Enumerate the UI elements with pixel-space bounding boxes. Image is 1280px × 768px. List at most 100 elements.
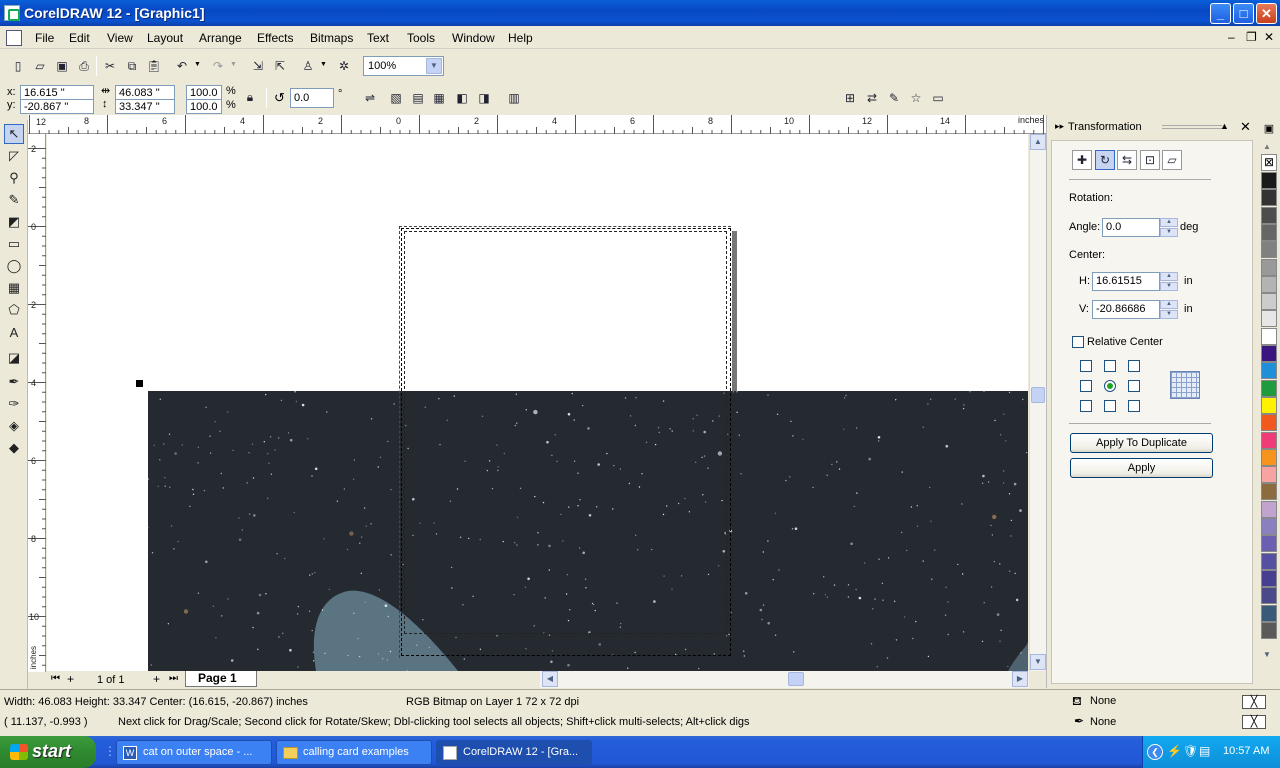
page-tab[interactable]: Page 1 xyxy=(185,671,257,687)
zoom-level-select[interactable]: 100% ▼ xyxy=(363,56,444,76)
color-swatch[interactable] xyxy=(1261,448,1277,466)
coreldraw-app-icon[interactable] xyxy=(4,5,20,21)
node-edit-icon[interactable]: ✎ xyxy=(884,88,904,108)
anchor-top-left[interactable] xyxy=(1080,360,1092,372)
wrap-text-icon[interactable]: ▦ xyxy=(429,88,449,108)
scale-y-field[interactable]: 100.0 xyxy=(186,99,222,114)
color-swatch[interactable] xyxy=(1261,310,1277,328)
fill-none-swatch[interactable]: ╳ xyxy=(1242,695,1266,709)
no-fill-swatch[interactable]: ⊠ xyxy=(1261,154,1277,171)
tray-security-icon[interactable]: 🛡︎ xyxy=(1183,744,1198,758)
rotate-icon[interactable]: ⇄ xyxy=(862,88,882,108)
doc-close-button[interactable]: ✕ xyxy=(1264,30,1274,44)
scroll-down-icon[interactable]: ▼ xyxy=(1030,654,1046,670)
skew-mode-icon[interactable]: ▱ xyxy=(1162,150,1182,170)
anchor-bottom-left[interactable] xyxy=(1080,400,1092,412)
menu-file[interactable]: File xyxy=(35,31,54,45)
menu-text[interactable]: Text xyxy=(367,31,389,45)
document-icon[interactable] xyxy=(6,30,22,46)
menu-edit[interactable]: Edit xyxy=(69,31,90,45)
taskbar-item-folder[interactable]: calling card examples xyxy=(276,740,432,765)
docker-collapse-icon[interactable]: ▸▸ xyxy=(1055,121,1064,132)
add-page-before-icon[interactable]: + xyxy=(67,672,74,686)
open-file-icon[interactable]: ▱ xyxy=(30,56,50,76)
zoom-tool-icon[interactable]: ⚲ xyxy=(4,168,24,188)
horizontal-ruler[interactable]: 12 8 6 4 2 0 2 4 6 8 10 12 14 inches xyxy=(28,115,1046,134)
spin-up-icon[interactable]: ▲ xyxy=(1160,272,1178,281)
palette-scroll-up-icon[interactable]: ▲ xyxy=(1263,142,1271,151)
color-swatch[interactable] xyxy=(1261,293,1277,311)
print-icon[interactable]: ⎙ xyxy=(74,56,94,76)
menu-window[interactable]: Window xyxy=(452,31,495,45)
close-button[interactable]: ✕ xyxy=(1256,3,1277,24)
launcher-dropdown-icon[interactable]: ▼ xyxy=(320,61,327,68)
undo-dropdown-icon[interactable]: ▼ xyxy=(194,61,201,68)
color-swatch[interactable] xyxy=(1261,362,1277,380)
anchor-top-center[interactable] xyxy=(1104,360,1116,372)
color-swatch[interactable] xyxy=(1261,500,1277,518)
color-swatch[interactable] xyxy=(1261,535,1277,553)
first-page-icon[interactable]: ⏮ xyxy=(51,673,60,684)
mirror-icon[interactable]: ⇌ xyxy=(360,88,380,108)
last-page-icon[interactable]: ⏭ xyxy=(169,673,178,684)
doc-minimize-button[interactable]: – xyxy=(1228,30,1235,44)
menu-effects[interactable]: Effects xyxy=(257,31,293,45)
application-launcher-icon[interactable]: ♙ xyxy=(298,56,318,76)
graph-paper-tool-icon[interactable]: ▦ xyxy=(4,278,24,298)
group-icon[interactable]: ▧ xyxy=(386,88,406,108)
basic-shapes-tool-icon[interactable]: ⬠ xyxy=(4,300,24,320)
minimize-button[interactable]: _ xyxy=(1210,3,1231,24)
spin-up-icon[interactable]: ▲ xyxy=(1160,218,1178,227)
horizontal-scrollbar[interactable]: ◀ ▶ xyxy=(540,671,1029,688)
color-swatch[interactable] xyxy=(1261,552,1277,570)
shape-tool-icon[interactable]: ◸ xyxy=(4,146,24,166)
add-page-after-icon[interactable]: + xyxy=(153,672,160,686)
rotation-angle-field[interactable]: 0.0 xyxy=(290,88,334,108)
center-h-input[interactable]: 16.61515 xyxy=(1092,272,1160,291)
y-position-field[interactable]: -20.867 " xyxy=(20,99,94,114)
to-front-icon[interactable]: ◧ xyxy=(452,88,472,108)
tray-network-icon[interactable]: ⚡ xyxy=(1167,744,1182,758)
fill-tool-icon[interactable]: ◈ xyxy=(4,416,24,436)
color-swatch[interactable] xyxy=(1261,189,1277,207)
anchor-bottom-center[interactable] xyxy=(1104,400,1116,412)
lock-ratio-icon[interactable]: 🔒︎ xyxy=(240,87,260,107)
menu-arrange[interactable]: Arrange xyxy=(199,31,242,45)
x-position-field[interactable]: 16.615 " xyxy=(20,85,94,100)
smart-fill-tool-icon[interactable]: ◩ xyxy=(4,212,24,232)
docker-close-icon[interactable]: ✕ xyxy=(1240,119,1251,135)
color-swatch[interactable] xyxy=(1261,466,1277,484)
rotate-mode-icon[interactable]: ↻ xyxy=(1095,150,1115,170)
color-swatch[interactable] xyxy=(1261,241,1277,259)
color-swatch[interactable] xyxy=(1261,327,1277,345)
interactive-fill-tool-icon[interactable]: ◆ xyxy=(4,438,24,458)
spin-down-icon[interactable]: ▼ xyxy=(1160,310,1178,319)
palette-menu-icon[interactable]: ▣ xyxy=(1261,122,1277,138)
anchor-center-radio[interactable] xyxy=(1104,380,1116,392)
drawing-canvas[interactable] xyxy=(47,134,1028,671)
position-mode-icon[interactable]: ✚ xyxy=(1072,150,1092,170)
docker-menu-icon[interactable]: ▲ xyxy=(1220,121,1229,131)
scale-mode-icon[interactable]: ⇆ xyxy=(1117,150,1137,170)
outline-tool-icon[interactable]: ✑ xyxy=(4,394,24,414)
maximize-button[interactable]: □ xyxy=(1233,3,1254,24)
color-swatch[interactable] xyxy=(1261,172,1277,189)
to-back-icon[interactable]: ◨ xyxy=(474,88,494,108)
import-icon[interactable]: ⇲ xyxy=(248,56,268,76)
size-mode-icon[interactable]: ⊡ xyxy=(1140,150,1160,170)
scroll-left-icon[interactable]: ◀ xyxy=(542,671,558,687)
menu-bitmaps[interactable]: Bitmaps xyxy=(310,31,353,45)
color-swatch[interactable] xyxy=(1261,223,1277,241)
scroll-right-icon[interactable]: ▶ xyxy=(1012,671,1028,687)
text-tool-icon[interactable]: A xyxy=(4,322,24,342)
color-swatch[interactable] xyxy=(1261,258,1277,276)
apply-to-duplicate-button[interactable]: Apply To Duplicate xyxy=(1070,433,1213,453)
paste-icon[interactable]: 📋︎ xyxy=(144,56,164,76)
anchor-bottom-right[interactable] xyxy=(1128,400,1140,412)
menu-layout[interactable]: Layout xyxy=(147,31,183,45)
rectangle-tool-icon[interactable]: ▭ xyxy=(4,234,24,254)
taskbar-item-coreldraw[interactable]: CorelDRAW 12 - [Gra... xyxy=(436,740,592,765)
scroll-up-icon[interactable]: ▲ xyxy=(1030,134,1046,150)
vertical-ruler[interactable]: 2 0 2 4 6 8 10 inches xyxy=(28,134,46,672)
callout-icon[interactable]: ▭ xyxy=(928,88,948,108)
